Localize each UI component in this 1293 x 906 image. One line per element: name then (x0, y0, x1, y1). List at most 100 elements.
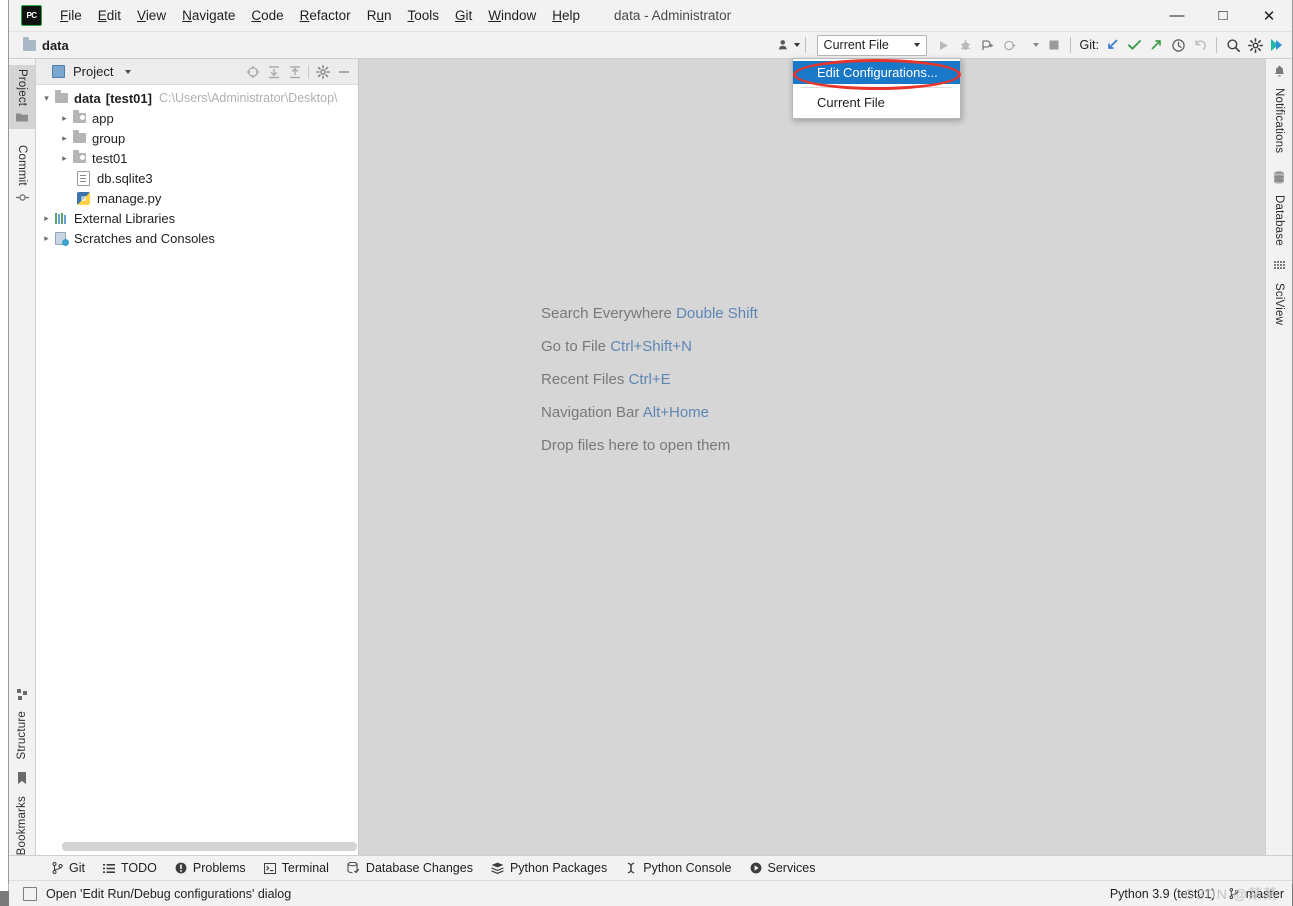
menu-run[interactable]: Run (359, 4, 400, 27)
menu-refactor[interactable]: Refactor (292, 4, 359, 27)
tree-item-data[interactable]: ▾ data [test01] C:\Users\Administrator\D… (36, 88, 358, 108)
pycharm-logo-icon: PC (21, 5, 42, 26)
pycharm-avatar-icon[interactable] (1266, 34, 1288, 56)
menu-view[interactable]: View (129, 4, 174, 27)
title-bar: PC File Edit View Navigate Code Refactor… (9, 0, 1292, 32)
todo-list-icon (102, 863, 115, 874)
menu-file[interactable]: File (52, 4, 90, 27)
database-changes-icon (347, 862, 360, 874)
sidebar-item-bookmarks-label: Bookmarks (16, 795, 28, 855)
close-button[interactable]: ✕ (1246, 0, 1292, 31)
breadcrumb[interactable]: data (23, 36, 69, 53)
tree-item-external-libraries[interactable]: ▸ External Libraries (36, 208, 358, 228)
gear-icon[interactable] (1244, 34, 1266, 56)
window-title: data - Administrator (614, 8, 732, 23)
gear-icon[interactable] (312, 61, 333, 82)
run-icon[interactable] (933, 34, 955, 56)
menu-edit[interactable]: Edit (90, 4, 129, 27)
tree-item-app[interactable]: ▸ app (36, 108, 358, 128)
menu-navigate[interactable]: Navigate (174, 4, 243, 27)
libraries-icon (53, 212, 70, 224)
hide-icon[interactable] (333, 61, 354, 82)
tool-button-todo[interactable]: TODO (94, 859, 166, 877)
tool-button-python-console[interactable]: Python Console (616, 859, 740, 877)
tree-item-scratches-and-consoles[interactable]: ▸ Scratches and Consoles (36, 228, 358, 248)
tree-item-test01[interactable]: ▸ test01 (36, 148, 358, 168)
sciview-icon (1273, 259, 1285, 279)
profile-icon[interactable] (999, 34, 1021, 56)
tool-button-label: Services (767, 861, 816, 875)
history-icon[interactable] (1167, 34, 1189, 56)
run-configuration-selector[interactable]: Current File (816, 34, 927, 56)
chevron-right-icon[interactable]: ▸ (58, 113, 71, 124)
hint-label: Drop files here to open them (541, 437, 731, 454)
run-coverage-icon[interactable] (977, 34, 999, 56)
menu-code[interactable]: Code (243, 4, 291, 27)
chevron-right-icon[interactable]: ▸ (40, 233, 53, 244)
git-update-icon[interactable] (1101, 34, 1123, 56)
dropdown-divider (801, 87, 952, 88)
tool-button-git[interactable]: Git (43, 859, 94, 877)
sidebar-item-database[interactable]: Database (1266, 169, 1292, 250)
menu-git[interactable]: Git (447, 4, 480, 27)
sidebar-item-sciview[interactable]: SciView (1266, 259, 1292, 329)
toolbar-separator (308, 64, 309, 79)
git-push-icon[interactable] (1145, 34, 1167, 56)
folder-icon (53, 90, 70, 103)
chevron-right-icon[interactable]: ▸ (58, 153, 71, 164)
sidebar-item-project[interactable]: Project (9, 65, 35, 130)
editor-empty-area[interactable]: Search Everywhere Double Shift Go to Fil… (359, 59, 1265, 855)
run-configuration-dropdown[interactable]: Edit Configurations... Current File (792, 58, 961, 119)
tool-button-services[interactable]: Services (741, 859, 825, 877)
tool-button-python-packages[interactable]: Python Packages (482, 859, 616, 877)
project-tree[interactable]: ▾ data [test01] C:\Users\Administrator\D… (36, 85, 358, 855)
sidebar-item-sciview-label: SciView (1273, 283, 1285, 326)
menu-window[interactable]: Window (480, 4, 544, 27)
menu-help[interactable]: Help (544, 4, 588, 27)
chevron-right-icon[interactable]: ▸ (58, 133, 71, 144)
project-panel-toolbar (242, 61, 354, 82)
chevron-down-icon (913, 43, 920, 47)
debug-icon[interactable] (955, 34, 977, 56)
search-icon[interactable] (1222, 34, 1244, 56)
maximize-button[interactable]: □ (1200, 0, 1246, 31)
tree-item-manage-py[interactable]: manage.py (36, 188, 358, 208)
chevron-down-icon[interactable] (125, 69, 132, 74)
problems-icon (175, 862, 187, 874)
status-interpreter[interactable]: Python 3.9 (test01) (1110, 887, 1216, 901)
sidebar-item-structure[interactable]: Structure (9, 687, 35, 763)
expand-all-icon[interactable] (263, 61, 284, 82)
hint-drop-files: Drop files here to open them (541, 437, 758, 454)
tree-item-label: data (74, 90, 101, 106)
chevron-right-icon[interactable]: ▸ (40, 213, 53, 224)
status-branch-label: master (1245, 886, 1284, 901)
menu-tools[interactable]: Tools (399, 4, 447, 27)
status-branch[interactable]: master (1229, 887, 1284, 901)
git-commit-icon[interactable] (1123, 34, 1145, 56)
rollback-icon[interactable] (1189, 34, 1211, 56)
tree-item-db-sqlite3[interactable]: db.sqlite3 (36, 168, 358, 188)
scratches-icon (53, 231, 70, 246)
run-more-chevron-icon[interactable] (1021, 34, 1043, 56)
tree-item-group[interactable]: ▸ group (36, 128, 358, 148)
sidebar-item-commit[interactable]: Commit (9, 141, 35, 210)
tool-button-database-changes[interactable]: Database Changes (338, 859, 482, 877)
menu-item-edit-configurations[interactable]: Edit Configurations... (793, 61, 960, 84)
chevron-down-icon[interactable]: ▾ (40, 93, 53, 104)
stop-icon[interactable] (1043, 34, 1065, 56)
menu-item-current-file[interactable]: Current File (793, 91, 960, 114)
collapse-all-icon[interactable] (284, 61, 305, 82)
tool-button-problems[interactable]: Problems (166, 859, 255, 877)
window-controls: — □ ✕ (1154, 0, 1292, 31)
menu-git-rest: it (465, 8, 473, 23)
user-icon[interactable] (778, 34, 800, 56)
project-tree-hscrollbar-thumb[interactable] (62, 842, 357, 851)
tool-button-terminal[interactable]: Terminal (255, 859, 338, 877)
minimize-button[interactable]: — (1154, 0, 1200, 31)
sidebar-item-bookmarks[interactable]: Bookmarks (9, 770, 35, 859)
select-opened-file-icon[interactable] (242, 61, 263, 82)
right-tool-rail: Notifications Database SciView (1265, 59, 1292, 855)
tree-item-label: External Libraries (74, 210, 176, 226)
menu-navigate-rest: avigate (191, 8, 236, 23)
sidebar-item-notifications[interactable]: Notifications (1266, 63, 1292, 157)
